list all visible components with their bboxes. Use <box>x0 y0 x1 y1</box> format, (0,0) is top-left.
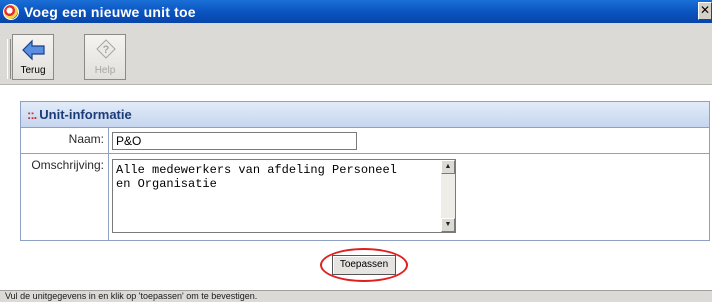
panel-header: ::. Unit-informatie <box>21 102 709 128</box>
arrow-left-icon <box>22 39 45 61</box>
textarea-scrollbar[interactable]: ▲ ▼ <box>441 160 455 232</box>
naam-input[interactable]: P&O <box>112 132 357 150</box>
status-bar: Vul de unitgegevens in en klik op 'toepa… <box>0 290 712 302</box>
svg-text:?: ? <box>103 44 110 56</box>
question-icon: ? <box>96 39 116 59</box>
toolbar: Terug ? Help <box>0 23 712 85</box>
back-button[interactable]: Terug <box>12 34 54 80</box>
scroll-down-icon[interactable]: ▼ <box>441 218 455 232</box>
unit-info-panel: ::. Unit-informatie Naam: P&O Omschrijvi… <box>20 101 710 241</box>
help-button[interactable]: ? Help <box>84 34 126 80</box>
apply-button[interactable]: Toepassen <box>332 255 396 275</box>
back-button-label: Terug <box>20 65 46 76</box>
omschrijving-text: Alle medewerkers van afdeling Personeel … <box>116 163 397 191</box>
toolbar-grip <box>7 39 11 79</box>
omschrijving-label: Omschrijving: <box>21 154 109 240</box>
close-button[interactable]: ✕ <box>698 2 712 20</box>
omschrijving-row: Omschrijving: Alle medewerkers van afdel… <box>21 154 709 240</box>
scroll-up-icon[interactable]: ▲ <box>441 160 455 174</box>
window-title: Voeg een nieuwe unit toe <box>24 3 196 20</box>
omschrijving-textarea[interactable]: Alle medewerkers van afdeling Personeel … <box>112 159 456 233</box>
header-dots-icon: ::. <box>27 107 37 122</box>
help-button-label: Help <box>94 65 116 76</box>
naam-label: Naam: <box>21 128 109 153</box>
naam-row: Naam: P&O <box>21 128 709 154</box>
app-logo-icon <box>3 3 19 20</box>
panel-title: Unit-informatie <box>39 107 132 122</box>
status-text: Vul de unitgegevens in en klik op 'toepa… <box>5 291 258 301</box>
window-titlebar: Voeg een nieuwe unit toe ✕ <box>0 0 712 23</box>
